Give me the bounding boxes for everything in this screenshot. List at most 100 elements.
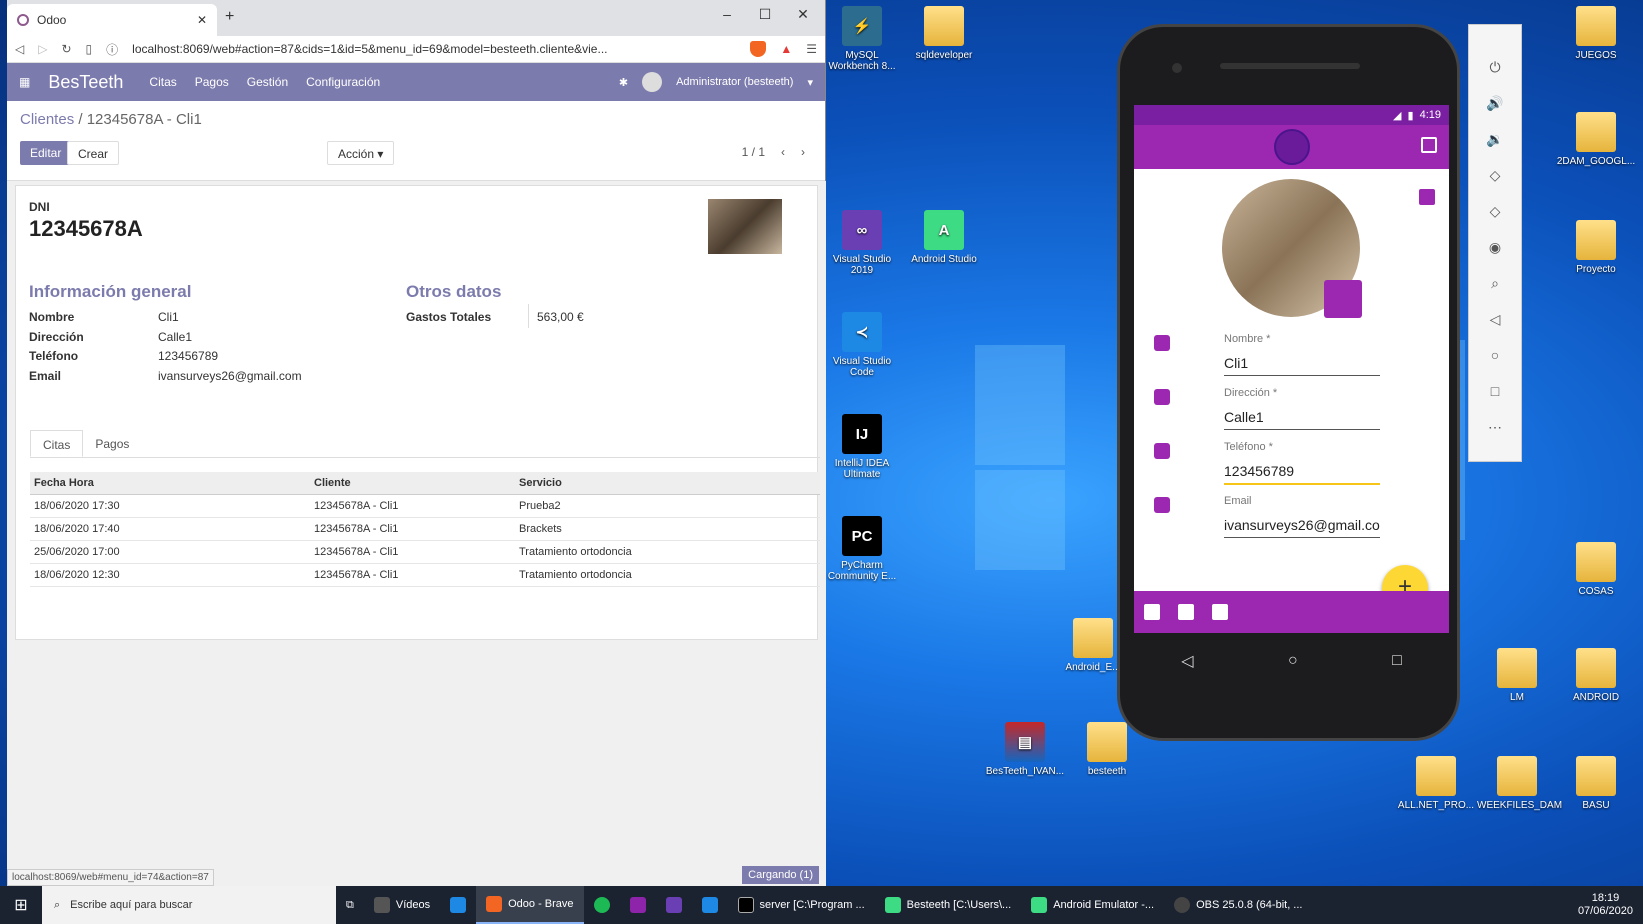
- minimize-icon[interactable]: –: [712, 6, 742, 22]
- brave-shield-icon[interactable]: [750, 41, 767, 57]
- app-brand[interactable]: BesTeeth: [48, 72, 123, 93]
- desktop-icon-basu[interactable]: BASU: [1556, 756, 1636, 811]
- email-field[interactable]: ivansurveys26@gmail.cor: [1224, 517, 1380, 538]
- taskbar-search[interactable]: ⌕ Escribe aquí para buscar: [42, 886, 336, 924]
- taskbar-item-obs[interactable]: OBS 25.0.8 (64-bit, ...: [1164, 886, 1312, 924]
- logout-icon[interactable]: [1421, 137, 1437, 153]
- breadcrumb-clientes[interactable]: Clientes: [20, 111, 74, 128]
- volume-up-icon[interactable]: 🔊: [1485, 93, 1505, 113]
- close-tab-icon[interactable]: ✕: [197, 13, 207, 27]
- table-row[interactable]: 18/06/2020 17:40 12345678A - Cli1 Brackets: [30, 517, 820, 541]
- close-window-icon[interactable]: ✕: [788, 6, 818, 23]
- desktop-icon-android[interactable]: ANDROID: [1556, 648, 1636, 703]
- desktop-icon-vscode[interactable]: ≺ Visual Studio Code: [822, 312, 902, 378]
- site-info-icon[interactable]: ⓘ: [106, 41, 118, 58]
- system-clock[interactable]: 18:19 07/06/2020: [1578, 892, 1643, 918]
- desktop-icon-pycharm[interactable]: PC PyCharm Community E...: [822, 516, 902, 582]
- task-view-button[interactable]: ⧉: [336, 886, 364, 924]
- overview-icon[interactable]: □: [1485, 381, 1505, 401]
- back-icon[interactable]: ◁: [15, 42, 24, 56]
- desktop-icon-mysql[interactable]: ⚡ MySQL Workbench 8...: [822, 6, 902, 72]
- direccion-field[interactable]: Calle1: [1224, 409, 1380, 430]
- taskbar-item-visual-studio[interactable]: [656, 886, 692, 924]
- edit-button[interactable]: Editar: [20, 141, 72, 165]
- menu-icon[interactable]: ☰: [806, 42, 817, 56]
- apps-grid-icon[interactable]: ▦: [19, 75, 30, 89]
- taskbar-item-vscode[interactable]: [692, 886, 728, 924]
- tab-citas[interactable]: Citas: [30, 430, 84, 457]
- desktop-icon-juegos[interactable]: JUEGOS: [1556, 6, 1636, 61]
- pager-prev-icon[interactable]: ‹: [781, 145, 785, 159]
- desktop-icon-2dam[interactable]: 2DAM_GOOGL...: [1556, 112, 1636, 167]
- column-header-cliente[interactable]: Cliente: [310, 472, 515, 495]
- url-input[interactable]: localhost:8069/web#action=87&cids=1&id=5…: [132, 42, 736, 56]
- bookmark-icon[interactable]: ▯: [86, 42, 93, 56]
- action-dropdown[interactable]: Acción ▾: [327, 141, 395, 165]
- desktop-icon-cosas[interactable]: COSAS: [1556, 542, 1636, 597]
- table-row[interactable]: 18/06/2020 17:30 12345678A - Cli1 Prueba2: [30, 494, 820, 518]
- rotate-left-icon[interactable]: ◇: [1485, 165, 1505, 185]
- cell-fecha: 18/06/2020 17:40: [30, 517, 310, 541]
- maximize-icon[interactable]: ☐: [750, 6, 780, 23]
- back-icon[interactable]: ◁: [1485, 309, 1505, 329]
- loading-indicator: Cargando (1): [742, 866, 819, 884]
- browser-tab[interactable]: Odoo ✕: [7, 4, 217, 36]
- menu-citas[interactable]: Citas: [149, 75, 176, 89]
- rotate-right-icon[interactable]: ◇: [1485, 201, 1505, 221]
- desktop-icon-besteeth-rar[interactable]: ▤ BesTeeth_IVAN...: [985, 722, 1065, 777]
- telefono-field[interactable]: 123456789: [1224, 463, 1380, 485]
- user-menu[interactable]: Administrator (besteeth): [676, 76, 793, 88]
- column-header-fecha[interactable]: Fecha Hora: [30, 472, 310, 495]
- debug-bug-icon[interactable]: ✱: [619, 76, 628, 89]
- taskbar-item-pycharm[interactable]: server [C:\Program ...: [728, 886, 875, 924]
- menu-gestion[interactable]: Gestión: [247, 75, 288, 89]
- nav-home-icon[interactable]: ○: [1288, 652, 1298, 670]
- save-icon[interactable]: [1419, 189, 1435, 205]
- nav-recents-icon[interactable]: □: [1392, 652, 1402, 670]
- nav-back-icon[interactable]: ◁: [1181, 651, 1193, 671]
- desktop-icon-lm[interactable]: LM: [1477, 648, 1557, 703]
- nombre-field[interactable]: Cli1: [1224, 355, 1380, 376]
- camera-button[interactable]: [1324, 280, 1362, 318]
- table-row[interactable]: 18/06/2020 12:30 12345678A - Cli1 Tratamie…: [30, 563, 820, 587]
- desktop-icon-android-studio[interactable]: A Android Studio: [904, 210, 984, 265]
- taskbar-item-brave[interactable]: Odoo - Brave: [476, 886, 584, 924]
- home-icon[interactable]: [1144, 604, 1160, 620]
- pager-value[interactable]: 1 / 1: [742, 145, 765, 159]
- screenshot-icon[interactable]: ◉: [1485, 237, 1505, 257]
- desktop-icon-intellij[interactable]: IJ IntelliJ IDEA Ultimate: [822, 414, 902, 480]
- taskbar-item-android-studio[interactable]: Besteeth [C:\Users\...: [875, 886, 1022, 924]
- clipboard-icon[interactable]: [1178, 604, 1194, 620]
- taskbar-item-edge[interactable]: [440, 886, 476, 924]
- cell-fecha: 18/06/2020 12:30: [30, 563, 310, 587]
- brave-rewards-icon[interactable]: ▲: [780, 42, 792, 56]
- zoom-icon[interactable]: ⌕: [1485, 273, 1505, 293]
- home-icon[interactable]: ○: [1485, 345, 1505, 365]
- table-row[interactable]: 25/06/2020 17:00 12345678A - Cli1 Tratamie…: [30, 540, 820, 564]
- desktop-icon-vs2019[interactable]: ∞ Visual Studio 2019: [822, 210, 902, 276]
- reload-icon[interactable]: ↻: [61, 42, 71, 56]
- taskbar-item-emulator[interactable]: Android Emulator -...: [1021, 886, 1164, 924]
- menu-configuracion[interactable]: Configuración: [306, 75, 380, 89]
- contact-icon[interactable]: [1212, 604, 1228, 620]
- more-icon[interactable]: ⋯: [1485, 417, 1505, 437]
- create-button[interactable]: Crear: [67, 141, 120, 165]
- new-tab-icon[interactable]: +: [225, 8, 234, 26]
- power-icon[interactable]: ⏻: [1485, 57, 1505, 77]
- column-header-servicio[interactable]: Servicio: [515, 472, 820, 495]
- menu-pagos[interactable]: Pagos: [195, 75, 229, 89]
- desktop-icon-allnet[interactable]: ALL.NET_PRO...: [1396, 756, 1476, 811]
- folder-icon: [1073, 618, 1113, 658]
- desktop-icon-proyecto[interactable]: Proyecto: [1556, 220, 1636, 275]
- tab-pagos[interactable]: Pagos: [83, 430, 141, 457]
- start-button[interactable]: ⊞: [0, 886, 42, 924]
- desktop-icon-sqldeveloper[interactable]: sqldeveloper: [904, 6, 984, 61]
- taskbar-item-videos[interactable]: Vídeos: [364, 886, 440, 924]
- desktop-icon-weekfiles[interactable]: WEEKFILES_DAM: [1477, 756, 1562, 811]
- taskbar-item-intellij[interactable]: [620, 886, 656, 924]
- pager-next-icon[interactable]: ›: [801, 145, 805, 159]
- client-photo[interactable]: [708, 199, 782, 254]
- volume-down-icon[interactable]: 🔉: [1485, 129, 1505, 149]
- taskbar-item-spotify[interactable]: [584, 886, 620, 924]
- forward-icon[interactable]: ▷: [38, 42, 47, 56]
